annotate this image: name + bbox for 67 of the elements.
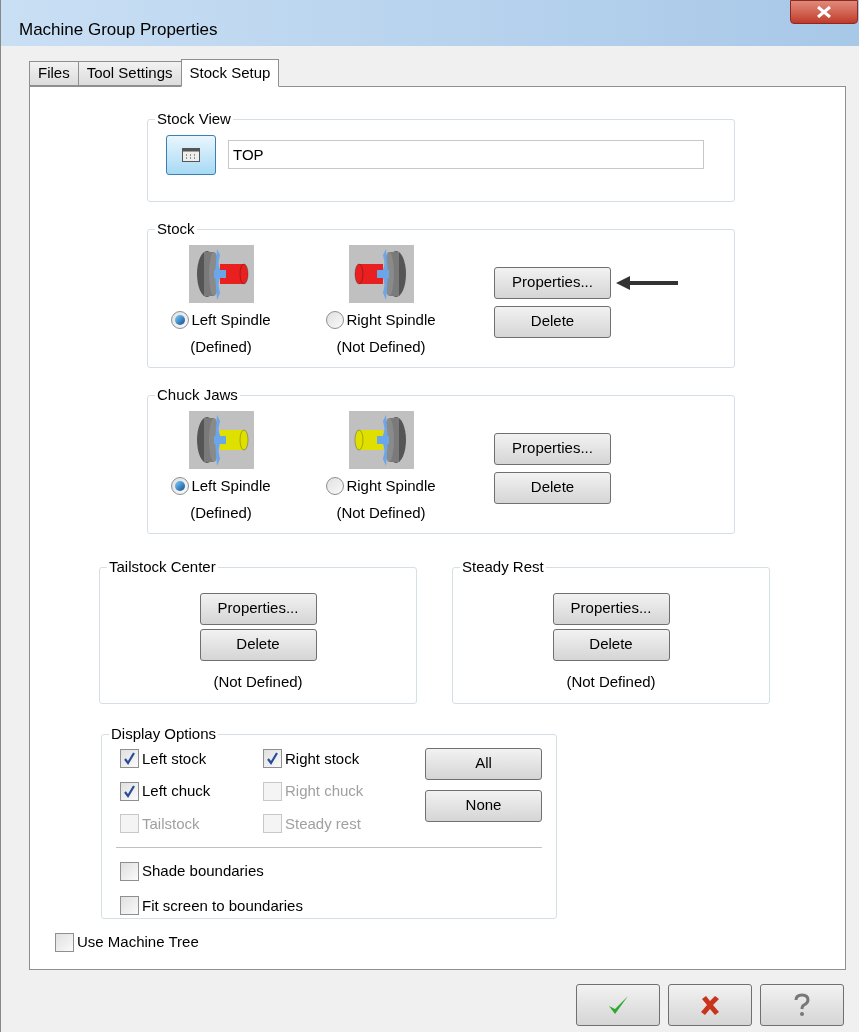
- view-field[interactable]: TOP: [228, 140, 704, 169]
- grid-icon: [182, 147, 200, 162]
- push-button[interactable]: None: [425, 789, 542, 822]
- push-button[interactable]: Properties...: [494, 432, 611, 465]
- arrow-icon: [616, 275, 678, 290]
- checkbox-label: Right stock: [285, 748, 360, 769]
- checkbox-label: Left stock: [142, 748, 207, 769]
- help-button[interactable]: [760, 984, 844, 1026]
- group-title: Stock View: [156, 109, 232, 129]
- window-title: Machine Group Properties: [19, 19, 218, 41]
- push-button[interactable]: All: [425, 747, 542, 780]
- close-icon: [699, 994, 721, 1016]
- close-button[interactable]: [790, 0, 858, 24]
- push-button[interactable]: Properties...: [494, 266, 611, 299]
- push-button[interactable]: Delete: [494, 305, 611, 338]
- status-text: (Not Defined): [336, 503, 426, 523]
- status-text: (Defined): [190, 503, 252, 523]
- group-title: Tailstock Center: [108, 557, 217, 577]
- spindle-icon: [188, 244, 254, 303]
- checkbox[interactable]: [120, 861, 139, 881]
- group-title: Chuck Jaws: [156, 385, 239, 405]
- checkbox-label: Fit screen to boundaries: [142, 895, 303, 916]
- push-button[interactable]: Delete: [552, 628, 670, 661]
- checkbox-label: Shade boundaries: [142, 861, 264, 881]
- radio-label: Left Spindle: [191, 475, 271, 496]
- spindle-icon: [188, 410, 254, 469]
- checkmark-icon: [123, 752, 136, 766]
- help-icon: [792, 993, 812, 1017]
- status-text: (Defined): [190, 337, 252, 357]
- radio-button[interactable]: [326, 310, 345, 329]
- group-title: Steady Rest: [461, 557, 545, 577]
- checkbox-label: Tailstock: [142, 813, 200, 834]
- tab[interactable]: Tool Settings: [77, 61, 182, 86]
- radio-label: Right Spindle: [346, 475, 436, 496]
- checkbox[interactable]: [120, 749, 139, 769]
- checkbox-label: Use Machine Tree: [77, 932, 199, 952]
- checkbox-label: Left chuck: [142, 781, 211, 801]
- tab[interactable]: Files: [29, 61, 79, 86]
- radio-button[interactable]: [326, 476, 345, 495]
- push-button[interactable]: Properties...: [552, 592, 670, 625]
- radio-button[interactable]: [171, 310, 190, 329]
- status-text: (Not Defined): [213, 671, 303, 692]
- radio-label: Right Spindle: [346, 309, 436, 330]
- radio-button[interactable]: [171, 476, 190, 495]
- checkbox[interactable]: [55, 932, 74, 952]
- group-title: Display Options: [110, 724, 218, 744]
- close-icon: [817, 6, 831, 18]
- push-button[interactable]: Delete: [199, 628, 317, 661]
- push-button[interactable]: Delete: [494, 471, 611, 504]
- checkmark-icon: [123, 784, 136, 798]
- group-title: Stock: [156, 219, 196, 239]
- ok-button[interactable]: [576, 984, 660, 1026]
- checkbox-label: Right chuck: [285, 781, 364, 801]
- tab[interactable]: Stock Setup: [180, 59, 280, 87]
- push-button[interactable]: Properties...: [199, 592, 317, 625]
- status-text: (Not Defined): [566, 671, 656, 692]
- checkbox[interactable]: [263, 749, 282, 769]
- spindle-icon: [348, 244, 414, 303]
- status-text: (Not Defined): [336, 337, 426, 357]
- spindle-icon: [348, 410, 414, 469]
- checkmark-icon: [266, 752, 279, 766]
- checkbox-label: Steady rest: [285, 813, 361, 834]
- cancel-button[interactable]: [668, 984, 752, 1026]
- view-picker-button[interactable]: [166, 134, 216, 175]
- radio-label: Left Spindle: [191, 309, 271, 330]
- checkbox[interactable]: [120, 896, 139, 916]
- checkbox[interactable]: [120, 781, 139, 801]
